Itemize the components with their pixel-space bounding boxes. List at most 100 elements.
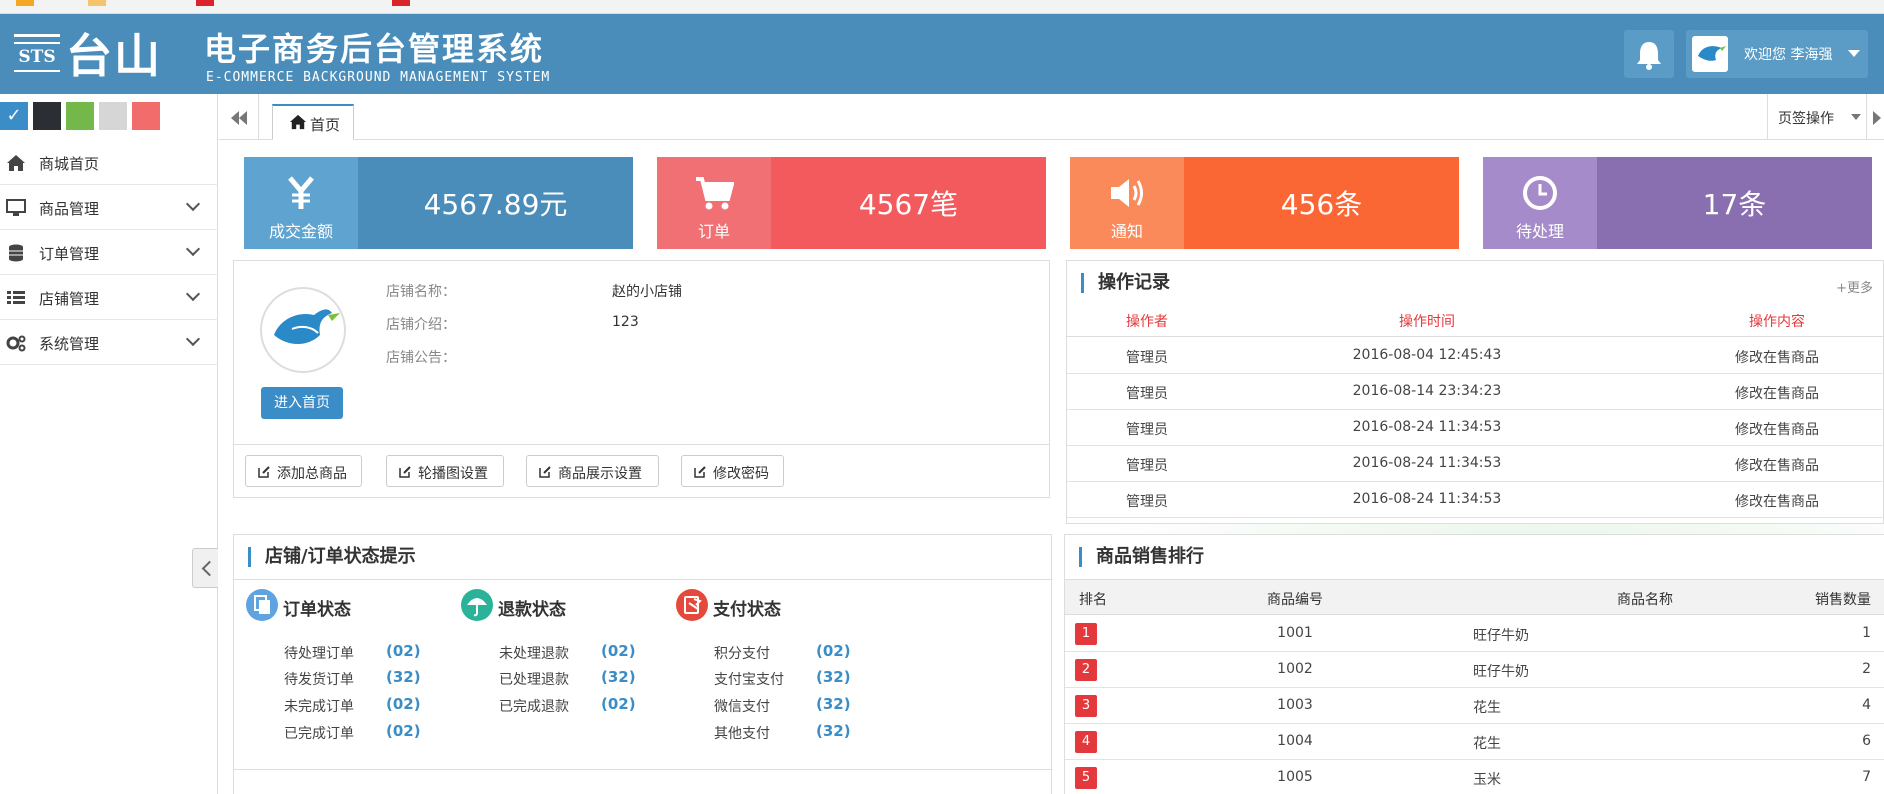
theme-swatch-dark[interactable] <box>33 102 61 130</box>
store-info-panel: 进入首页 店铺名称： 赵的小店铺 店铺介绍： 123 店铺公告： 添加总商品 轮… <box>233 260 1050 498</box>
stat-card-label: 订单 <box>697 222 730 241</box>
divider <box>234 579 1051 580</box>
table-cell: 旺仔牛奶 <box>1473 628 1529 644</box>
dove-icon <box>274 309 340 344</box>
panel-title: 店铺/订单状态提示 <box>248 547 416 567</box>
stat-card-value-area: 456条 <box>1184 157 1459 249</box>
status-panel: 店铺/订单状态提示 订单状态 待处理订单 (02) 待发货订单 (32) 未完成… <box>233 534 1052 794</box>
theme-swatch-red[interactable] <box>132 102 160 130</box>
table-cell: 管理员 <box>1126 494 1168 510</box>
sidebar-collapse-button[interactable] <box>192 548 218 588</box>
stat-card-pending[interactable]: 待处理 17条 <box>1483 157 1872 249</box>
status-item-count[interactable]: (32) <box>386 668 421 686</box>
status-item-count[interactable]: (02) <box>386 642 421 660</box>
sidebar-item-label: 商城首页 <box>39 155 100 173</box>
site-logo[interactable]: STS 台山 <box>14 28 174 83</box>
status-item-label[interactable]: 未完成订单 <box>284 696 354 716</box>
sidebar-item-label: 系统管理 <box>39 335 100 353</box>
table-cell: 管理员 <box>1126 350 1168 366</box>
table-cell: 1005 <box>1277 769 1313 785</box>
browser-tab-marker <box>88 0 106 6</box>
gears-icon <box>6 335 26 352</box>
column-header: 操作者 <box>1126 314 1168 330</box>
carousel-settings-button[interactable]: 轮播图设置 <box>386 455 504 487</box>
table-cell: 花生 <box>1473 700 1501 716</box>
theme-swatch-gray[interactable] <box>99 102 127 130</box>
status-item-label[interactable]: 积分支付 <box>714 643 770 663</box>
system-title: 电子商务后台管理系统 <box>204 30 545 68</box>
table-cell: 1002 <box>1277 661 1313 677</box>
table-row: 1 1001 旺仔牛奶 1 <box>1065 616 1884 652</box>
sidebar-item-label: 商品管理 <box>39 200 100 218</box>
stat-card-turnover[interactable]: 成交金额 4567.89元 <box>244 157 633 249</box>
theme-swatch-blue[interactable]: ✓ <box>0 102 28 130</box>
status-item-count[interactable]: (32) <box>816 695 851 713</box>
status-item-label[interactable]: 已处理退款 <box>499 669 569 689</box>
product-display-settings-button[interactable]: 商品展示设置 <box>526 455 659 487</box>
status-item-label[interactable]: 其他支付 <box>714 723 770 743</box>
tab-home[interactable]: 首页 <box>272 104 354 140</box>
stat-card-notices[interactable]: 通知 456条 <box>1070 157 1459 249</box>
sidebar-item-products[interactable]: 商品管理 <box>0 185 218 230</box>
more-link[interactable]: +更多 <box>1836 277 1873 296</box>
sidebar-item-stores[interactable]: 店铺管理 <box>0 275 218 320</box>
sidebar-item-mall-home[interactable]: 商城首页 <box>0 140 218 185</box>
table-cell: 1004 <box>1277 733 1313 749</box>
theme-swatch-green[interactable] <box>66 102 94 130</box>
add-product-button[interactable]: 添加总商品 <box>245 455 362 487</box>
stat-card-orders[interactable]: 订单 4567笔 <box>657 157 1046 249</box>
status-item-label[interactable]: 已完成退款 <box>499 696 569 716</box>
status-item-label[interactable]: 未处理退款 <box>499 643 569 663</box>
column-header: 商品名称 <box>1617 592 1673 608</box>
tab-scroll-right-button[interactable] <box>1866 94 1884 140</box>
tab-operations-dropdown[interactable]: 页签操作 <box>1767 94 1865 140</box>
status-item-count[interactable]: (02) <box>386 695 421 713</box>
store-name-value: 赵的小店铺 <box>612 284 682 300</box>
stat-card-value: 4567笔 <box>858 188 959 221</box>
status-item-count[interactable]: (32) <box>816 668 851 686</box>
panel-title: 商品销售排行 <box>1079 547 1204 567</box>
table-row: 管理员 2016-08-04 12:45:43 修改在售商品 <box>1067 338 1884 374</box>
table-cell: 修改在售商品 <box>1735 494 1819 510</box>
table-cell: 1003 <box>1277 697 1313 713</box>
table-cell: 6 <box>1862 733 1871 749</box>
status-item-count[interactable]: (02) <box>816 642 851 660</box>
status-item-count[interactable]: (02) <box>386 722 421 740</box>
chevron-down-icon <box>1851 114 1861 120</box>
change-password-button[interactable]: 修改密码 <box>681 455 784 487</box>
status-item-count[interactable]: (02) <box>601 695 636 713</box>
sidebar-item-orders[interactable]: 订单管理 <box>0 230 218 275</box>
enter-home-button[interactable]: 进入首页 <box>261 387 343 419</box>
table-row: 管理员 2016-08-24 11:34:53 修改在售商品 <box>1067 482 1884 518</box>
chevron-down-icon <box>185 241 201 257</box>
table-cell: 玉米 <box>1473 772 1501 788</box>
status-group-title: 支付状态 <box>713 600 781 620</box>
store-name-label: 店铺名称： <box>386 284 456 300</box>
cart-icon <box>696 177 734 210</box>
status-item-label[interactable]: 支付宝支付 <box>714 669 784 689</box>
tab-scroll-left-button[interactable] <box>219 94 259 140</box>
table-row: 管理员 2016-08-24 11:34:53 修改在售商品 <box>1067 410 1884 446</box>
stat-card-icon-area: 成交金额 <box>244 157 358 249</box>
status-item-count[interactable]: (32) <box>816 722 851 740</box>
notification-button[interactable] <box>1624 30 1674 78</box>
user-menu[interactable]: 欢迎您 李海强 <box>1686 30 1868 78</box>
status-item-label[interactable]: 待处理订单 <box>284 643 354 663</box>
status-item-count[interactable]: (32) <box>601 668 636 686</box>
browser-tab-marker <box>392 0 410 6</box>
stat-card-value: 456条 <box>1280 188 1363 221</box>
status-group-icon-bg <box>461 589 493 621</box>
stat-card-value-area: 4567笔 <box>771 157 1046 249</box>
edit-icon <box>539 466 551 478</box>
operation-record-panel: 操作记录 +更多 操作者 操作时间 操作内容 管理员 2016-08-04 12… <box>1066 260 1884 524</box>
stat-card-value-area: 17条 <box>1597 157 1872 249</box>
sidebar-item-system[interactable]: 系统管理 <box>0 320 218 365</box>
store-intro-value: 123 <box>612 314 639 330</box>
status-item-label[interactable]: 微信支付 <box>714 696 770 716</box>
table-row: 5 1005 玉米 7 <box>1065 760 1884 794</box>
status-item-label[interactable]: 已完成订单 <box>284 723 354 743</box>
status-item-count[interactable]: (02) <box>601 642 636 660</box>
rank-badge: 3 <box>1075 695 1097 717</box>
dove-icon <box>1698 46 1726 61</box>
status-item-label[interactable]: 待发货订单 <box>284 669 354 689</box>
